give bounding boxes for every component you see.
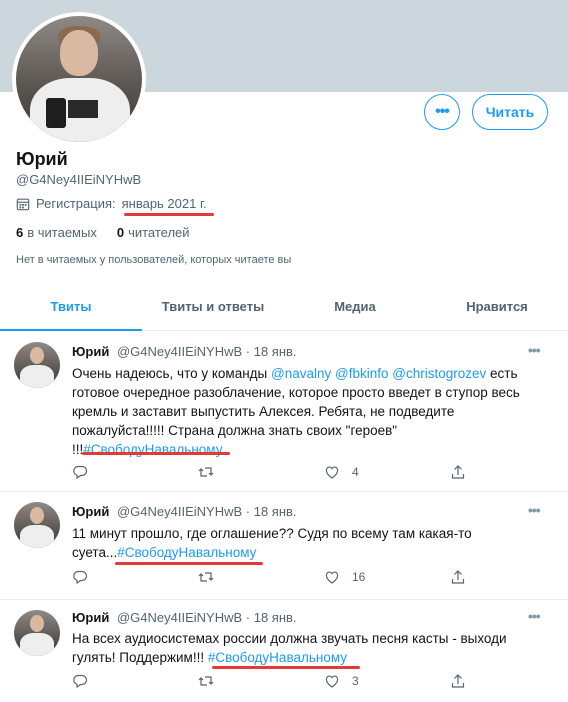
share-icon bbox=[451, 465, 465, 479]
reply-icon bbox=[73, 465, 88, 480]
retweet-button[interactable] bbox=[198, 569, 214, 585]
tweet-author-name[interactable]: Юрий bbox=[72, 504, 109, 519]
tweet-header: Юрий @G4Ney4IIEiNYHwB · 18 янв. bbox=[72, 610, 297, 625]
share-icon bbox=[451, 674, 465, 688]
tweet[interactable]: Юрий @G4Ney4IIEiNYHwB · 18 янв. ••• 11 м… bbox=[0, 492, 568, 600]
tweet-author-name[interactable]: Юрий bbox=[72, 610, 109, 625]
highlight-underline bbox=[82, 452, 230, 455]
tab-media[interactable]: Медиа bbox=[284, 283, 426, 330]
tab-tweets[interactable]: Твиты bbox=[0, 283, 142, 331]
tweet-date[interactable]: · 18 янв. bbox=[246, 344, 297, 359]
like-count: 16 bbox=[352, 570, 366, 584]
tweet[interactable]: Юрий @G4Ney4IIEiNYHwB · 18 янв. ••• На в… bbox=[0, 600, 568, 702]
hashtag-link[interactable]: #СвободуНавальному bbox=[208, 650, 347, 665]
retweet-icon bbox=[198, 572, 214, 582]
tweet-author-name[interactable]: Юрий bbox=[72, 344, 109, 359]
tweet-text: Очень надеюсь, что у команды @navalny @f… bbox=[72, 366, 520, 457]
like-button[interactable]: 16 bbox=[324, 569, 365, 585]
mention-link[interactable]: @navalny bbox=[271, 366, 331, 381]
tweet-actions: 3 bbox=[72, 673, 472, 691]
heart-icon bbox=[325, 675, 339, 688]
retweet-button[interactable] bbox=[198, 464, 214, 480]
heart-icon bbox=[325, 571, 339, 584]
tweet-more-icon[interactable]: ••• bbox=[528, 502, 541, 518]
tweet-author-handle[interactable]: @G4Ney4IIEiNYHwB bbox=[117, 504, 242, 519]
tweet-header: Юрий @G4Ney4IIEiNYHwB · 18 янв. bbox=[72, 344, 297, 359]
joined-prefix: Регистрация: bbox=[36, 196, 116, 211]
reply-button[interactable] bbox=[72, 464, 88, 480]
share-icon bbox=[451, 570, 465, 584]
reply-button[interactable] bbox=[72, 673, 88, 689]
follow-button[interactable]: Читать bbox=[472, 94, 548, 130]
highlight-underline bbox=[115, 562, 263, 565]
tab-likes[interactable]: Нравится bbox=[426, 283, 568, 330]
highlight-underline bbox=[124, 213, 214, 216]
tweet-actions: 16 bbox=[72, 569, 472, 587]
reply-icon bbox=[73, 570, 88, 585]
retweet-button[interactable] bbox=[198, 673, 214, 689]
tweet-author-handle[interactable]: @G4Ney4IIEiNYHwB bbox=[117, 610, 242, 625]
hashtag-link[interactable]: #СвободуНавальному bbox=[117, 545, 256, 560]
profile-name: Юрий bbox=[16, 149, 68, 169]
tweet-date[interactable]: · 18 янв. bbox=[246, 504, 297, 519]
tweet-avatar[interactable] bbox=[14, 610, 60, 656]
tweet-author-handle[interactable]: @G4Ney4IIEiNYHwB bbox=[117, 344, 242, 359]
profile-avatar[interactable] bbox=[12, 12, 146, 146]
tweet-text: На всех аудиосистемах россии должна звуч… bbox=[72, 631, 507, 665]
share-button[interactable] bbox=[450, 569, 466, 585]
highlight-underline bbox=[212, 666, 360, 669]
tweet-header: Юрий @G4Ney4IIEiNYHwB · 18 янв. bbox=[72, 504, 297, 519]
joined-date: январь 2021 г. bbox=[121, 196, 207, 211]
like-count: 3 bbox=[352, 674, 359, 688]
joined-info: Регистрация: январь 2021 г. bbox=[16, 196, 207, 211]
like-button[interactable]: 4 bbox=[324, 464, 359, 480]
tweet-text: 11 минут прошло, где оглашение?? Судя по… bbox=[72, 526, 472, 560]
tweet-actions: 4 bbox=[72, 464, 472, 482]
share-button[interactable] bbox=[450, 464, 466, 480]
followers-you-know-notice: Нет в читаемых у пользователей, которых … bbox=[16, 254, 292, 266]
tweet[interactable]: Юрий @G4Ney4IIEiNYHwB · 18 янв. ••• Очен… bbox=[0, 332, 568, 492]
more-options-button[interactable]: ••• bbox=[424, 94, 460, 130]
like-button[interactable]: 3 bbox=[324, 673, 359, 689]
retweet-icon bbox=[198, 467, 214, 477]
profile-tabs: Твиты Твиты и ответы Медиа Нравится bbox=[0, 283, 568, 331]
like-count: 4 bbox=[352, 465, 359, 479]
following-stat[interactable]: 6в читаемых bbox=[16, 225, 97, 240]
profile-handle: @G4Ney4IIEiNYHwB bbox=[16, 172, 142, 187]
followers-stat[interactable]: 0 читателей bbox=[117, 225, 190, 240]
mention-link[interactable]: @christogrozev bbox=[392, 366, 486, 381]
tweet-date[interactable]: · 18 янв. bbox=[246, 610, 297, 625]
tweet-more-icon[interactable]: ••• bbox=[528, 608, 541, 624]
reply-button[interactable] bbox=[72, 569, 88, 585]
tweet-more-icon[interactable]: ••• bbox=[528, 342, 541, 358]
reply-icon bbox=[73, 674, 88, 689]
tab-tweets-replies[interactable]: Твиты и ответы bbox=[142, 283, 284, 330]
mention-link[interactable]: @fbkinfo bbox=[335, 366, 388, 381]
tweet-avatar[interactable] bbox=[14, 342, 60, 388]
heart-icon bbox=[325, 466, 339, 479]
calendar-icon bbox=[16, 198, 30, 210]
retweet-icon bbox=[198, 676, 214, 686]
tweet-avatar[interactable] bbox=[14, 502, 60, 548]
share-button[interactable] bbox=[450, 673, 466, 689]
follow-stats: 6в читаемых 0 читателей bbox=[16, 225, 190, 240]
